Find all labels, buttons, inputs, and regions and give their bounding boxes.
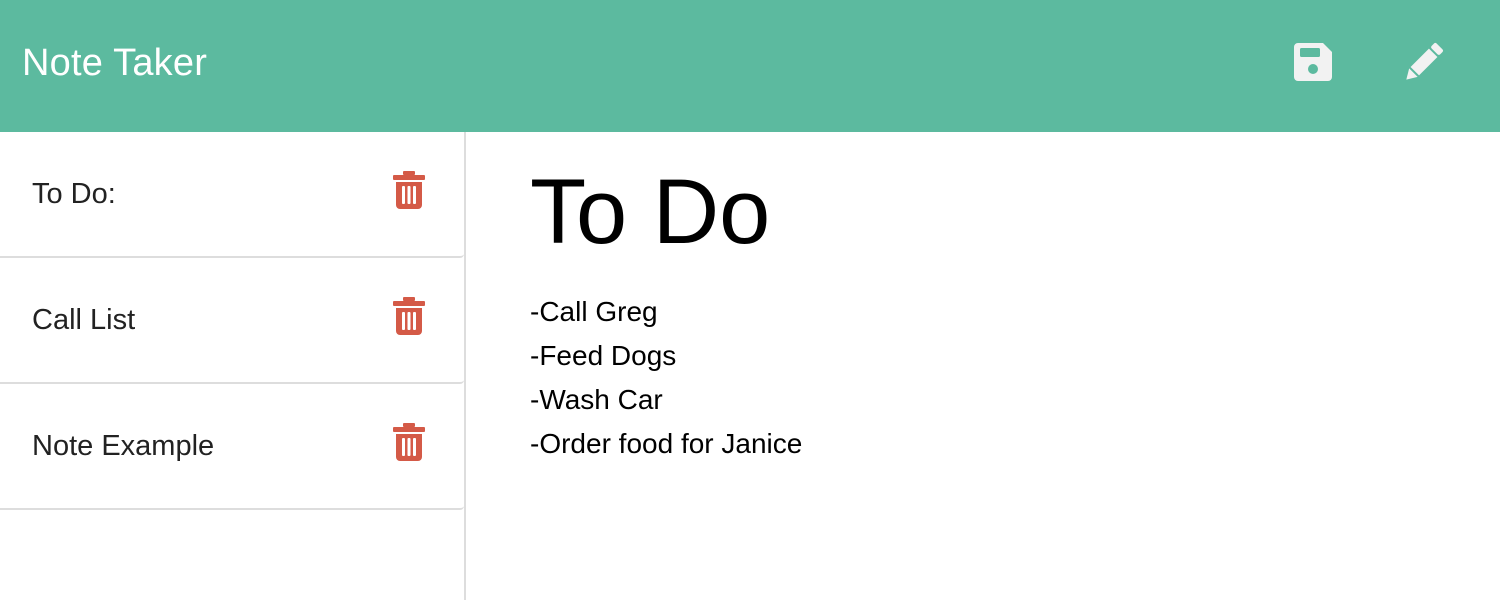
pencil-icon (1406, 43, 1443, 80)
new-note-button[interactable] (1398, 36, 1450, 88)
note-body-textarea[interactable]: -Call Greg -Feed Dogs -Wash Car -Order f… (530, 290, 1430, 570)
navbar: Note Taker (0, 0, 1500, 132)
note-list-title[interactable]: Call List (32, 302, 135, 338)
note-editor: -Call Greg -Feed Dogs -Wash Car -Order f… (466, 132, 1500, 600)
save-icon (1294, 43, 1332, 81)
list-item-note[interactable]: To Do: (0, 132, 464, 258)
trash-icon (393, 171, 425, 209)
delete-note-button[interactable] (392, 296, 426, 336)
note-list-title[interactable]: Note Example (32, 428, 214, 464)
note-list: To Do: Call List Note Example (0, 132, 464, 510)
save-note-button[interactable] (1287, 36, 1339, 88)
note-list-sidebar: To Do: Call List Note Example (0, 132, 466, 600)
delete-note-button[interactable] (392, 170, 426, 210)
trash-icon (393, 423, 425, 461)
delete-note-button[interactable] (392, 422, 426, 462)
trash-icon (393, 297, 425, 335)
app-title[interactable]: Note Taker (22, 40, 207, 86)
list-item-note[interactable]: Call List (0, 258, 464, 384)
note-list-title[interactable]: To Do: (32, 176, 116, 212)
list-item-note[interactable]: Note Example (0, 384, 464, 510)
note-title-input[interactable] (530, 162, 1430, 262)
